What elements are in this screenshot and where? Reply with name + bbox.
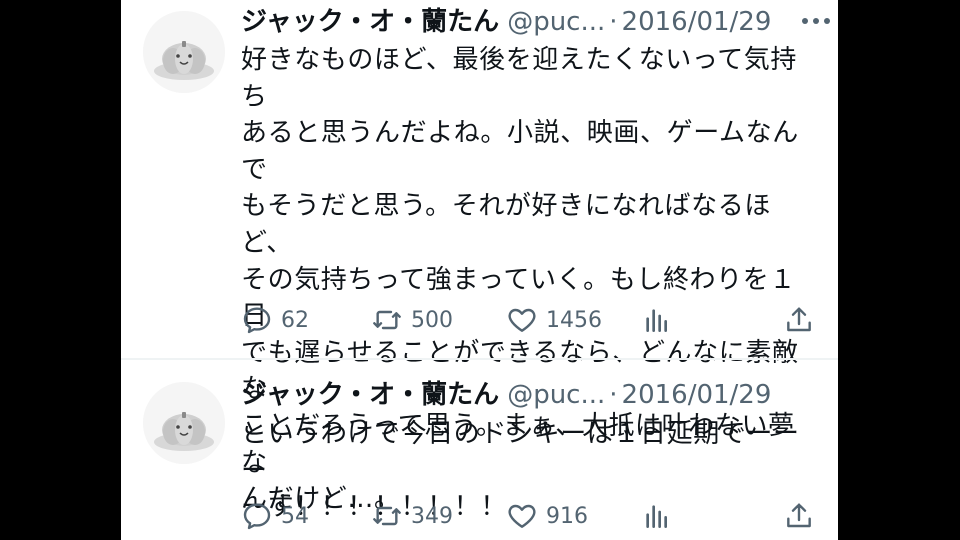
heart-icon [508, 504, 536, 528]
tweet-actions: 54 349 916 [241, 496, 821, 536]
retweet-icon [373, 310, 401, 330]
share-button[interactable] [783, 496, 815, 536]
like-button[interactable]: 1456 [506, 300, 602, 340]
separator: · [609, 380, 618, 410]
pumpkin-avatar[interactable] [143, 382, 225, 464]
handle[interactable]: @puc... [507, 380, 605, 410]
reply-icon [243, 503, 271, 530]
heart-icon [508, 308, 536, 332]
views-icon [646, 505, 667, 528]
pumpkin-icon [143, 11, 225, 93]
tweet-actions: 62 500 1456 [241, 300, 821, 340]
tweet-text-line: もそうだと思う。それが好きになればなるほど、 [241, 191, 771, 258]
reply-icon [243, 307, 271, 334]
more-icon[interactable] [802, 18, 830, 24]
separator: · [609, 7, 618, 37]
share-button[interactable] [783, 300, 815, 340]
reply-count: 62 [281, 307, 309, 333]
tweet-header: ジャック・オ・蘭たん @puc... · 2016/01/29 [241, 2, 821, 42]
tweet-text-line: あると思うんだよね。小説、映画、ゲームなんで [241, 118, 799, 185]
views-button[interactable] [641, 496, 673, 536]
pumpkin-avatar[interactable] [143, 11, 225, 93]
like-count: 916 [546, 503, 588, 529]
handle[interactable]: @puc... [507, 7, 605, 37]
like-button[interactable]: 916 [506, 496, 588, 536]
pumpkin-icon [143, 382, 225, 464]
retweet-button[interactable]: 500 [371, 300, 453, 340]
views-icon [646, 309, 667, 332]
retweet-count: 500 [411, 307, 453, 333]
views-button[interactable] [641, 300, 673, 340]
display-name[interactable]: ジャック・オ・蘭たん [241, 380, 499, 410]
retweet-icon [373, 506, 401, 526]
retweet-count: 349 [411, 503, 453, 529]
tweet-text-line: 好きなものほど、最後を迎えたくないって気持ち [241, 45, 798, 112]
tweet-header: ジャック・オ・蘭たん @puc... · 2016/01/29 [241, 375, 821, 415]
retweet-button[interactable]: 349 [371, 496, 453, 536]
reply-count: 54 [281, 503, 309, 529]
share-icon [787, 307, 811, 332]
timestamp[interactable]: 2016/01/29 [622, 380, 772, 410]
reply-button[interactable]: 54 [241, 496, 309, 536]
share-icon [787, 503, 811, 528]
tweet-text-line: というわけで今日のドンキーは１日延期でーーー [241, 419, 800, 486]
like-count: 1456 [546, 307, 602, 333]
timestamp[interactable]: 2016/01/29 [622, 7, 772, 37]
timeline-panel: ジャック・オ・蘭たん @puc... · 2016/01/29 好きなものほど、最後を… [121, 0, 838, 540]
display-name[interactable]: ジャック・オ・蘭たん [241, 7, 499, 37]
tweet[interactable]: ジャック・オ・蘭たん @puc... · 2016/01/29 好きなものほど、最後を… [121, 0, 838, 514]
reply-button[interactable]: 62 [241, 300, 309, 340]
